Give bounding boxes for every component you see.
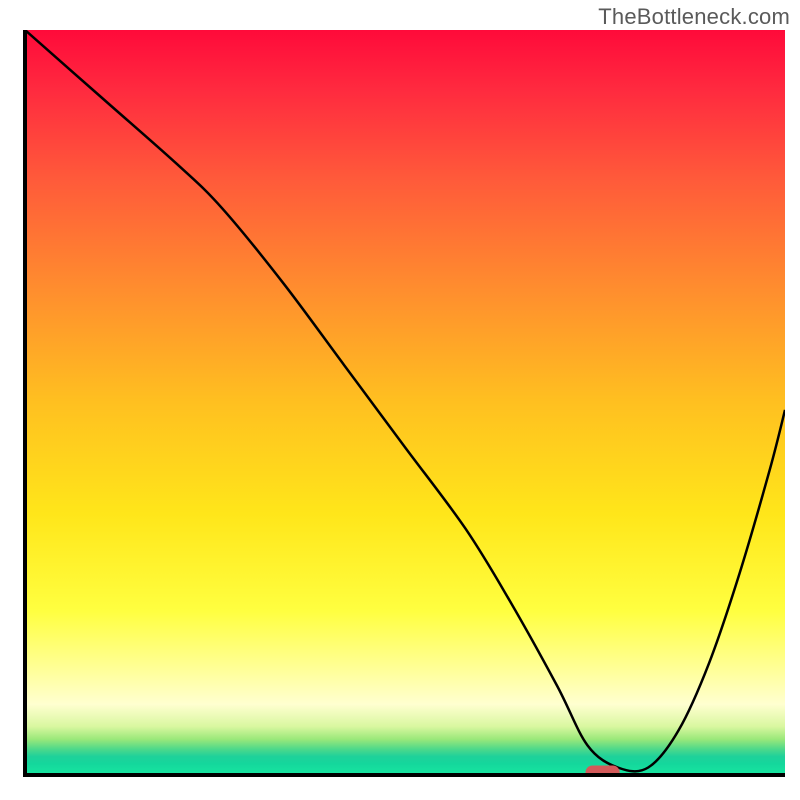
chart-container: TheBottleneck.com	[0, 0, 800, 800]
minimum-marker	[586, 766, 620, 781]
plot-background	[25, 30, 785, 775]
watermark-text: TheBottleneck.com	[598, 4, 790, 30]
bottleneck-chart	[0, 0, 800, 800]
